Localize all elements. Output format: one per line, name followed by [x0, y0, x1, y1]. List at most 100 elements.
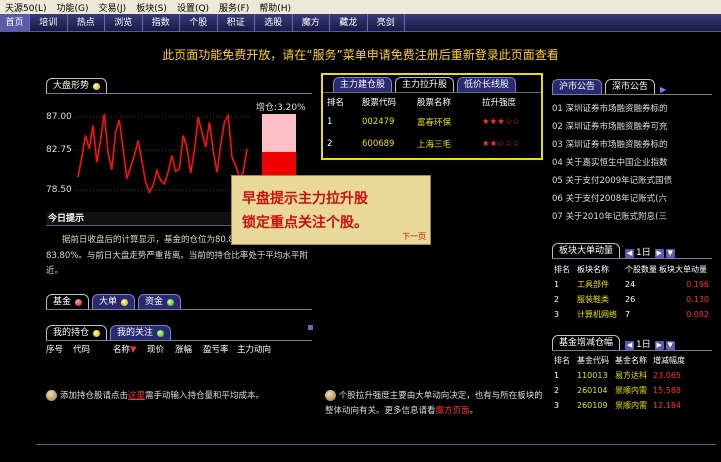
tab-lift[interactable]: 主力拉升股 [395, 77, 455, 92]
dropdown-icon[interactable]: ▼ [665, 249, 675, 258]
tab-sz-notice[interactable]: 深市公告 [605, 79, 656, 94]
nav-jizheng[interactable]: 积证 [218, 14, 255, 32]
fund-code[interactable]: 260104 [575, 383, 613, 398]
nav-stock[interactable]: 个股 [180, 14, 218, 32]
list-item[interactable]: 02 深圳证券市场融资融券可充 [552, 118, 712, 136]
fund-inc-header-row: 排名 基金代码 基金名称 增减幅度 [552, 353, 712, 368]
nav-canglong[interactable]: 藏龙 [330, 14, 368, 32]
fund-name[interactable]: 易方达科 [613, 368, 651, 383]
cube-page-link[interactable]: 魔方页面 [436, 406, 470, 416]
nav-index[interactable]: 指数 [143, 14, 180, 32]
nav-pick[interactable]: 选股 [255, 14, 293, 32]
table-row[interactable]: 2 服装鞋类 26 0.130 [552, 292, 712, 307]
menu-sector[interactable]: 板块(S) [131, 1, 172, 14]
tab-fund-change[interactable]: 基金增减仓幅 [552, 335, 621, 350]
lift-col-name: 股票名称 [417, 98, 452, 108]
table-row[interactable]: 3 260109 景顺内需 12.184 [552, 398, 712, 413]
tab-capital[interactable]: 资金 [138, 294, 182, 309]
menu-trade[interactable]: 交易(J) [94, 1, 132, 14]
sector-name[interactable]: 计算机网络 [575, 307, 623, 322]
holdings-hint: 添加持仓股请点击 这里 需手动输入持仓量和平均成本。 [46, 389, 312, 401]
market-index-line [77, 112, 248, 195]
lift-name[interactable]: 富春环保 [413, 111, 478, 133]
tab-fund[interactable]: 基金 [46, 294, 90, 309]
menu-service[interactable]: 服务(F) [214, 1, 254, 14]
sector-header: 板块大单动量 ◀ 1日 ▶ ▼ [552, 241, 712, 259]
col-name-label: 名称 [113, 345, 131, 355]
list-item[interactable]: 06 关于支付2008年记账式(六 [552, 190, 712, 208]
promo-popup[interactable]: 早盘提示主力拉升股 锁定重点关注个股。 下一页 [231, 175, 431, 245]
holdings-tabs: 我的持仓 我的关注 [46, 323, 312, 341]
nav-cube[interactable]: 魔方 [293, 14, 330, 32]
tab-market-trend[interactable]: 大盘形势 [46, 78, 108, 93]
status-dot-icon [75, 298, 83, 306]
tab-scroll-right-icon[interactable]: ▶ [660, 85, 666, 94]
table-row[interactable]: 2 260104 景顺内需 15.588 [552, 383, 712, 398]
menu-bar: 天源50(L) 功能(G) 交易(J) 板块(S) 设置(Q) 服务(F) 帮助… [0, 0, 721, 14]
fund-value: 15.588 [653, 386, 681, 395]
menu-help[interactable]: 帮助(H) [254, 1, 296, 14]
table-row[interactable]: 1 工具部件 24 0.196 [552, 277, 712, 292]
list-item[interactable]: 01 深圳证券市场融资融券标的 [552, 100, 712, 118]
status-dot-icon [167, 298, 175, 306]
fund-code[interactable]: 260109 [575, 398, 613, 413]
menu-function[interactable]: 功能(G) [52, 1, 94, 14]
tab-my-watch[interactable]: 我的关注 [110, 325, 172, 340]
list-item[interactable]: 04 关于嘉实恒生中国企业指数 [552, 154, 712, 172]
fund-col-name: 基金名称 [615, 356, 647, 365]
fund-code[interactable]: 110013 [575, 368, 613, 383]
sector-name[interactable]: 服装鞋类 [575, 292, 623, 307]
list-item[interactable]: 07 关于2010年记账式附息(三 [552, 208, 712, 226]
fund-name[interactable]: 景顺内需 [613, 383, 651, 398]
y-tick-785: 78.50 [46, 185, 72, 195]
table-row[interactable]: 2 600689 上海三毛 ★★☆☆☆ [323, 133, 541, 155]
lift-code[interactable]: 600689 [358, 133, 413, 155]
sector-col-name: 板块名称 [577, 265, 609, 274]
star-rating-icon: ★★★☆☆ [482, 117, 521, 127]
fund-col-rank: 排名 [554, 356, 570, 365]
next-arrow-icon[interactable]: ▶ [654, 341, 664, 350]
table-row[interactable]: 3 计算机网络 7 0.082 [552, 307, 712, 322]
sector-value: 0.196 [686, 280, 709, 289]
status-dot-icon [93, 329, 101, 337]
list-item[interactable]: 03 深圳证券市场融资融券标的 [552, 136, 712, 154]
lift-note-text: 个股拉升强度主要由大单动向决定，也有与所在板块的整体动向有关。更多信息请看 [325, 391, 543, 416]
next-arrow-icon[interactable]: ▶ [654, 249, 664, 258]
add-holding-link[interactable]: 这里 [128, 389, 145, 401]
menu-app[interactable]: 天源50(L) [0, 1, 52, 14]
fund-name[interactable]: 景顺内需 [613, 398, 651, 413]
star-rating-icon: ★★☆☆☆ [482, 139, 521, 149]
tab-sector-momentum[interactable]: 板块大单动量 [552, 243, 621, 258]
popup-next-link[interactable]: 下一页 [402, 231, 426, 242]
tab-lowprice[interactable]: 低价长线股 [457, 77, 517, 92]
nav-browse[interactable]: 浏览 [105, 14, 143, 32]
col-name[interactable]: 名称▼ [113, 343, 147, 355]
tab-my-holdings[interactable]: 我的持仓 [46, 325, 108, 340]
col-code: 代码 [73, 345, 91, 355]
sector-value: 0.082 [686, 310, 709, 319]
lift-col-rank: 排名 [327, 98, 345, 108]
nav-training[interactable]: 培训 [30, 14, 68, 32]
fund-rank: 2 [554, 386, 560, 395]
tab-build-position[interactable]: 主力建仓股 [333, 77, 393, 92]
nav-liangjian[interactable]: 亮剑 [368, 14, 405, 32]
tab-bigorder-label: 大单 [99, 296, 118, 307]
nav-home[interactable]: 首页 [0, 14, 30, 32]
table-row[interactable]: 1 002479 富春环保 ★★★☆☆ [323, 111, 541, 133]
list-item[interactable]: 05 关于支付2009年记账式国债 [552, 172, 712, 190]
tab-sh-notice[interactable]: 沪市公告 [552, 79, 603, 94]
nav-hot[interactable]: 热点 [68, 14, 105, 32]
sector-count: 24 [625, 280, 636, 289]
lift-col-code: 股票代码 [362, 98, 397, 108]
lift-code[interactable]: 002479 [358, 111, 413, 133]
dropdown-icon[interactable]: ▼ [665, 341, 675, 350]
prev-arrow-icon[interactable]: ◀ [625, 341, 635, 350]
tab-market-trend-label: 大盘形势 [53, 80, 90, 91]
table-row[interactable]: 1 110013 易方达科 23.065 [552, 368, 712, 383]
notice-list: 01 深圳证券市场融资融券标的 02 深圳证券市场融资融券可充 03 深圳证券市… [552, 100, 712, 226]
lift-name[interactable]: 上海三毛 [413, 133, 478, 155]
sector-name[interactable]: 工具部件 [575, 277, 623, 292]
tab-bigorder[interactable]: 大单 [92, 294, 136, 309]
prev-arrow-icon[interactable]: ◀ [625, 249, 635, 258]
menu-settings[interactable]: 设置(Q) [172, 1, 214, 14]
